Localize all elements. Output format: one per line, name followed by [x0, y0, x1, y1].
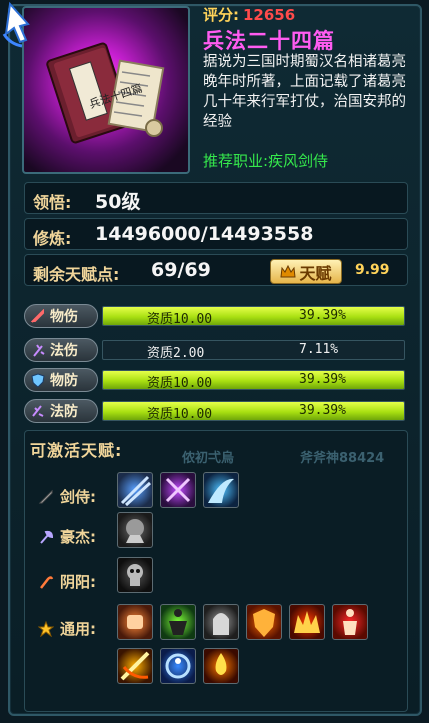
stat-percent: 39.39%: [299, 372, 346, 387]
red-figure-skill-icon-art: [343, 609, 357, 635]
star-icon: [38, 620, 54, 637]
stat-bar: 资质10.00 39.39%: [102, 370, 405, 390]
body-skill-icon-art: [169, 609, 187, 635]
stat-aptitude: 资质2.00: [147, 346, 205, 360]
stat-aptitude: 资质10.00: [147, 312, 213, 326]
talent-category-name: 通用:: [60, 620, 96, 638]
war-book-icon: 兵法十四篇: [46, 42, 165, 144]
warrior-mask-skill-icon-art: [126, 519, 144, 543]
talent-points-label: 剩余天赋点:: [33, 265, 120, 284]
score-value: 12656: [243, 6, 296, 24]
fire-aura-skill-icon[interactable]: [203, 648, 239, 684]
comprehension-value: 50级: [95, 191, 141, 213]
blue-aura-skill-icon[interactable]: [160, 648, 196, 684]
talent-points-row: 剩余天赋点: 69/69 天赋 9.99: [24, 254, 408, 286]
activatable-talents-title: 可激活天赋:: [30, 441, 123, 460]
magic-shield-icon: [32, 405, 44, 417]
talent-button-label: 天赋: [299, 263, 332, 283]
ghost-skill-icon[interactable]: [203, 604, 239, 640]
hook-icon: [40, 575, 54, 589]
ice-wing-skill-icon[interactable]: [203, 472, 239, 508]
stat-percent: 39.39%: [299, 308, 346, 323]
axe-icon: [40, 530, 54, 544]
cultivation-row: 修炼: 14496000/14493558: [24, 218, 408, 250]
stat-name: 法防: [50, 404, 78, 420]
cultivation-label: 修炼:: [33, 229, 72, 248]
flame-strike-skill-icon[interactable]: [117, 648, 153, 684]
stat-bar: 资质10.00 39.39%: [102, 401, 405, 421]
flame-crown-skill-icon[interactable]: [289, 604, 325, 640]
item-title: 兵法二十四篇: [203, 29, 335, 53]
sword-icon: [38, 489, 53, 503]
talent-category-label: 通用:: [38, 618, 96, 639]
wind-slash-skill-icon-art: [120, 475, 152, 507]
item-description: 据说为三国时期蜀汉名相诸葛亮晚年时所著，上面记载了诸葛亮几十年来行军打仗，治国安…: [203, 54, 406, 130]
ghost-skill-icon-art: [213, 613, 229, 635]
crown-icon: [280, 264, 297, 277]
background-player-name: 侬初弌烏: [182, 451, 235, 466]
dark-skull-skill-icon-art: [127, 564, 143, 586]
score-label: 评分:: [203, 6, 239, 24]
fire-shield-skill-icon[interactable]: [246, 604, 282, 640]
hand-cursor-icon: [2, 1, 30, 48]
talent-category-name: 剑侍:: [60, 488, 96, 506]
warrior-mask-skill-icon[interactable]: [117, 512, 153, 548]
comprehension-label: 领悟:: [33, 193, 72, 212]
stat-row: 物伤 资质10.00 39.39%: [24, 304, 408, 328]
talent-button[interactable]: 天赋: [270, 259, 342, 284]
stat-tag: 物防: [24, 368, 98, 392]
ice-wing-skill-icon-art: [208, 478, 234, 503]
stat-bar: 资质10.00 39.39%: [102, 306, 405, 326]
fire-shield-skill-icon-art: [253, 609, 275, 637]
wind-slash-skill-icon[interactable]: [117, 472, 153, 508]
talent-category-name: 豪杰:: [60, 528, 96, 546]
item-icon-frame: 兵法十四篇: [22, 6, 190, 174]
purple-cross-skill-icon[interactable]: [160, 472, 196, 508]
stat-tag: 法防: [24, 399, 98, 423]
fist-skill-icon[interactable]: [117, 604, 153, 640]
flame-strike-skill-icon-art: [120, 651, 150, 681]
talent-category-name: 阴阳:: [60, 573, 96, 591]
flame-crown-skill-icon-art: [294, 611, 320, 633]
stat-name: 物防: [50, 373, 78, 389]
score-row: 评分: 12656: [203, 4, 295, 25]
purple-cross-skill-icon-art: [165, 477, 191, 503]
stat-aptitude: 资质10.00: [147, 407, 213, 421]
sword-icon: [31, 309, 44, 323]
stat-row: 法防 资质10.00 39.39%: [24, 399, 408, 423]
stat-percent: 7.11%: [299, 342, 339, 357]
red-figure-skill-icon[interactable]: [332, 604, 368, 640]
stat-row: 法伤 资质2.00 7.11%: [24, 338, 408, 362]
comprehension-row: 领悟: 50级: [24, 182, 408, 214]
talent-category-label: 豪杰:: [38, 526, 96, 547]
blue-aura-skill-icon-art: [165, 653, 191, 679]
body-skill-icon[interactable]: [160, 604, 196, 640]
stat-aptitude: 资质10.00: [147, 376, 213, 390]
stat-tag: 法伤: [24, 338, 98, 362]
stat-bar: 资质2.00 7.11%: [102, 340, 405, 360]
recommended-class: 推荐职业:疾风剑侍: [203, 152, 329, 170]
background-player-name: 斧斧神88424: [300, 451, 385, 466]
stat-percent: 39.39%: [299, 403, 346, 418]
cultivation-value: 14496000/14493558: [95, 223, 314, 245]
shield-icon: [31, 373, 45, 387]
stat-name: 法伤: [50, 343, 78, 359]
stat-name: 物伤: [50, 309, 78, 325]
fire-aura-skill-icon-art: [215, 653, 227, 675]
talent-category-label: 剑侍:: [38, 486, 96, 507]
talent-points-value: 69/69: [151, 259, 211, 281]
fist-skill-icon-art: [127, 615, 143, 629]
magic-icon: [33, 344, 45, 357]
talent-category-label: 阴阳:: [38, 571, 96, 592]
dark-skull-skill-icon[interactable]: [117, 557, 153, 593]
stat-row: 物防 资质10.00 39.39%: [24, 368, 408, 392]
talent-button-price: 9.99: [355, 262, 390, 278]
stat-tag: 物伤: [24, 304, 98, 328]
